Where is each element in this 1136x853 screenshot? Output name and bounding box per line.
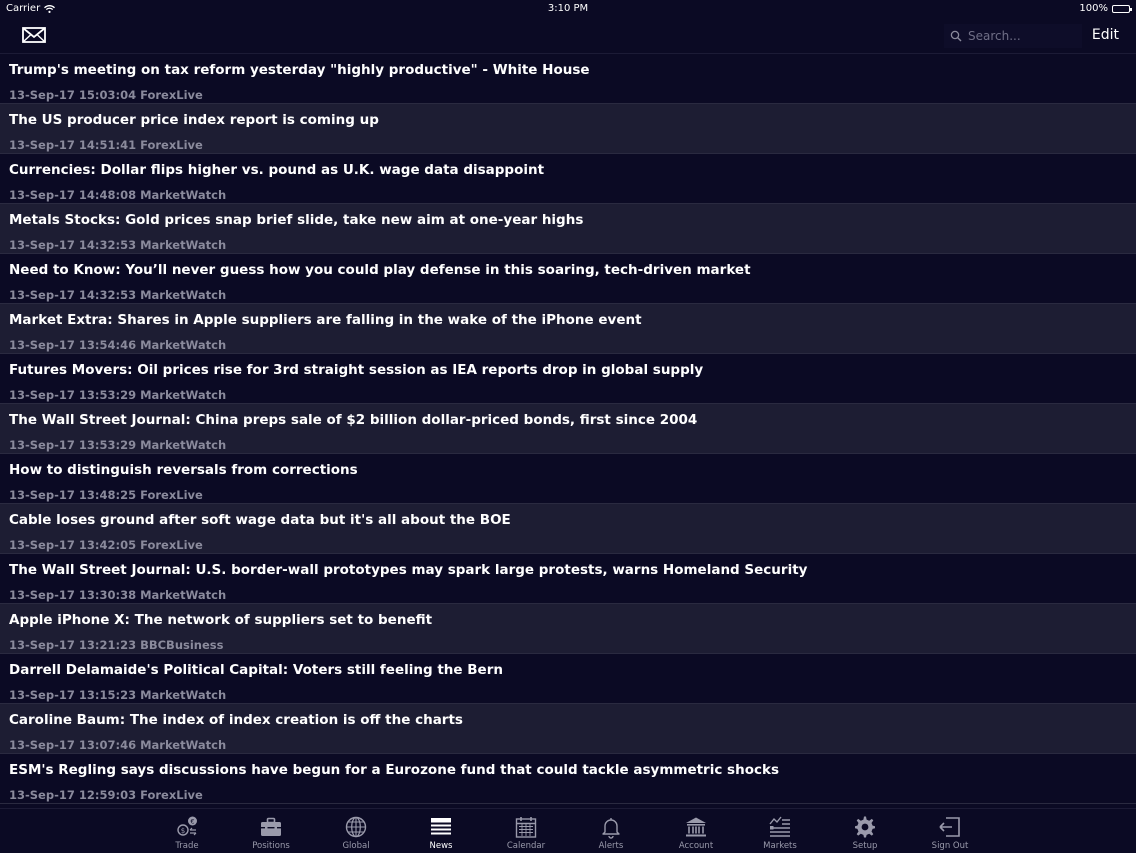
tab-label: Markets — [763, 841, 797, 851]
tab-label: Trade — [175, 841, 199, 851]
battery-icon — [1112, 4, 1132, 13]
tab-markets[interactable]: Markets — [738, 809, 822, 853]
news-meta: 13-Sep-17 12:59:03 ForexLive — [9, 788, 203, 802]
tab-label: Account — [678, 841, 714, 851]
bell-icon — [602, 818, 620, 839]
tab-calendar[interactable]: Calendar — [484, 809, 568, 853]
news-headline: Metals Stocks: Gold prices snap brief sl… — [9, 212, 584, 228]
briefcase-icon — [261, 817, 281, 836]
news-headline: Cable loses ground after soft wage data … — [9, 512, 511, 528]
tab-label: Setup — [852, 841, 878, 851]
tab-positions[interactable]: Positions — [229, 809, 313, 853]
tab-label: Global — [342, 841, 370, 851]
status-bar: Carrier 3:10 PM 100% — [0, 0, 1136, 18]
news-list[interactable]: Trump's meeting on tax reform yesterday … — [0, 54, 1136, 804]
news-meta: 13-Sep-17 13:30:38 MarketWatch — [9, 588, 227, 602]
tab-alerts[interactable]: Alerts — [569, 809, 653, 853]
news-item[interactable]: Caroline Baum: The index of index creati… — [0, 704, 1136, 754]
trade-icon: $ € — [177, 816, 197, 836]
news-item[interactable]: Currencies: Dollar flips higher vs. poun… — [0, 154, 1136, 204]
news-icon — [431, 818, 451, 835]
news-headline: Market Extra: Shares in Apple suppliers … — [9, 312, 642, 328]
news-meta: 13-Sep-17 14:51:41 ForexLive — [9, 138, 203, 152]
bank-icon — [686, 817, 706, 837]
tab-trade[interactable]: $ € Trade — [145, 809, 229, 853]
tab-news[interactable]: News — [399, 809, 483, 853]
news-headline: Need to Know: You’ll never guess how you… — [9, 262, 751, 278]
tab-label: News — [429, 841, 453, 851]
news-meta: 13-Sep-17 13:21:23 BBCBusiness — [9, 638, 224, 652]
tab-bar: $ € Trade Positions Global News Calendar… — [0, 808, 1136, 853]
news-meta: 13-Sep-17 15:03:04 ForexLive — [9, 88, 203, 102]
news-meta: 13-Sep-17 13:53:29 MarketWatch — [9, 438, 227, 452]
news-meta: 13-Sep-17 13:15:23 MarketWatch — [9, 688, 227, 702]
tab-label: Alerts — [598, 841, 624, 851]
battery-percent: 100% — [1079, 3, 1108, 14]
news-meta: 13-Sep-17 13:42:05 ForexLive — [9, 538, 203, 552]
news-meta: 13-Sep-17 13:07:46 MarketWatch — [9, 738, 227, 752]
news-meta: 13-Sep-17 14:48:08 MarketWatch — [9, 188, 227, 202]
sign-out-icon — [939, 817, 960, 837]
news-meta: 13-Sep-17 13:53:29 MarketWatch — [9, 388, 227, 402]
nav-bar: Edit — [0, 18, 1136, 54]
tab-label: Sign Out — [931, 841, 969, 851]
news-meta: 13-Sep-17 14:32:53 MarketWatch — [9, 288, 227, 302]
search-box[interactable] — [944, 24, 1082, 48]
mail-icon[interactable] — [22, 26, 46, 44]
tab-sign-out[interactable]: Sign Out — [908, 809, 992, 853]
tab-global[interactable]: Global — [314, 809, 398, 853]
tab-setup[interactable]: Setup — [823, 809, 907, 853]
gear-icon — [855, 816, 875, 838]
news-headline: The Wall Street Journal: U.S. border-wal… — [9, 562, 808, 578]
news-item[interactable]: How to distinguish reversals from correc… — [0, 454, 1136, 504]
news-headline: Darrell Delamaide's Political Capital: V… — [9, 662, 503, 678]
news-headline: Trump's meeting on tax reform yesterday … — [9, 62, 590, 78]
news-item[interactable]: Cable loses ground after soft wage data … — [0, 504, 1136, 554]
news-item[interactable]: ESM's Regling says discussions have begu… — [0, 754, 1136, 804]
svg-text:€: € — [190, 818, 194, 826]
tab-label: Calendar — [506, 841, 546, 851]
news-meta: 13-Sep-17 13:54:46 MarketWatch — [9, 338, 227, 352]
news-headline: Futures Movers: Oil prices rise for 3rd … — [9, 362, 704, 378]
news-item[interactable]: Futures Movers: Oil prices rise for 3rd … — [0, 354, 1136, 404]
clock: 3:10 PM — [547, 3, 589, 14]
news-headline: ESM's Regling says discussions have begu… — [9, 762, 779, 778]
edit-button[interactable]: Edit — [1092, 27, 1119, 43]
battery-indicator: 100% — [1079, 3, 1132, 14]
news-item[interactable]: The US producer price index report is co… — [0, 104, 1136, 154]
svg-text:$: $ — [181, 827, 185, 835]
news-meta: 13-Sep-17 14:32:53 MarketWatch — [9, 238, 227, 252]
news-meta: 13-Sep-17 13:48:25 ForexLive — [9, 488, 203, 502]
news-headline: Caroline Baum: The index of index creati… — [9, 712, 463, 728]
search-icon — [950, 30, 962, 42]
news-headline: The US producer price index report is co… — [9, 112, 379, 128]
tab-label: Positions — [252, 841, 290, 851]
news-item[interactable]: Need to Know: You’ll never guess how you… — [0, 254, 1136, 304]
news-headline: How to distinguish reversals from correc… — [9, 462, 358, 478]
news-headline: The Wall Street Journal: China preps sal… — [9, 412, 698, 428]
news-headline: Apple iPhone X: The network of suppliers… — [9, 612, 433, 628]
search-input[interactable] — [968, 29, 1068, 43]
news-item[interactable]: The Wall Street Journal: China preps sal… — [0, 404, 1136, 454]
globe-icon — [345, 816, 367, 838]
calendar-icon — [515, 817, 537, 838]
tab-account[interactable]: Account — [654, 809, 738, 853]
markets-list-icon — [769, 816, 790, 837]
news-item[interactable]: Market Extra: Shares in Apple suppliers … — [0, 304, 1136, 354]
news-headline: Currencies: Dollar flips higher vs. poun… — [9, 162, 545, 178]
news-item[interactable]: Apple iPhone X: The network of suppliers… — [0, 604, 1136, 654]
news-item[interactable]: The Wall Street Journal: U.S. border-wal… — [0, 554, 1136, 604]
news-item[interactable]: Darrell Delamaide's Political Capital: V… — [0, 654, 1136, 704]
news-item[interactable]: Trump's meeting on tax reform yesterday … — [0, 54, 1136, 104]
news-item[interactable]: Metals Stocks: Gold prices snap brief sl… — [0, 204, 1136, 254]
